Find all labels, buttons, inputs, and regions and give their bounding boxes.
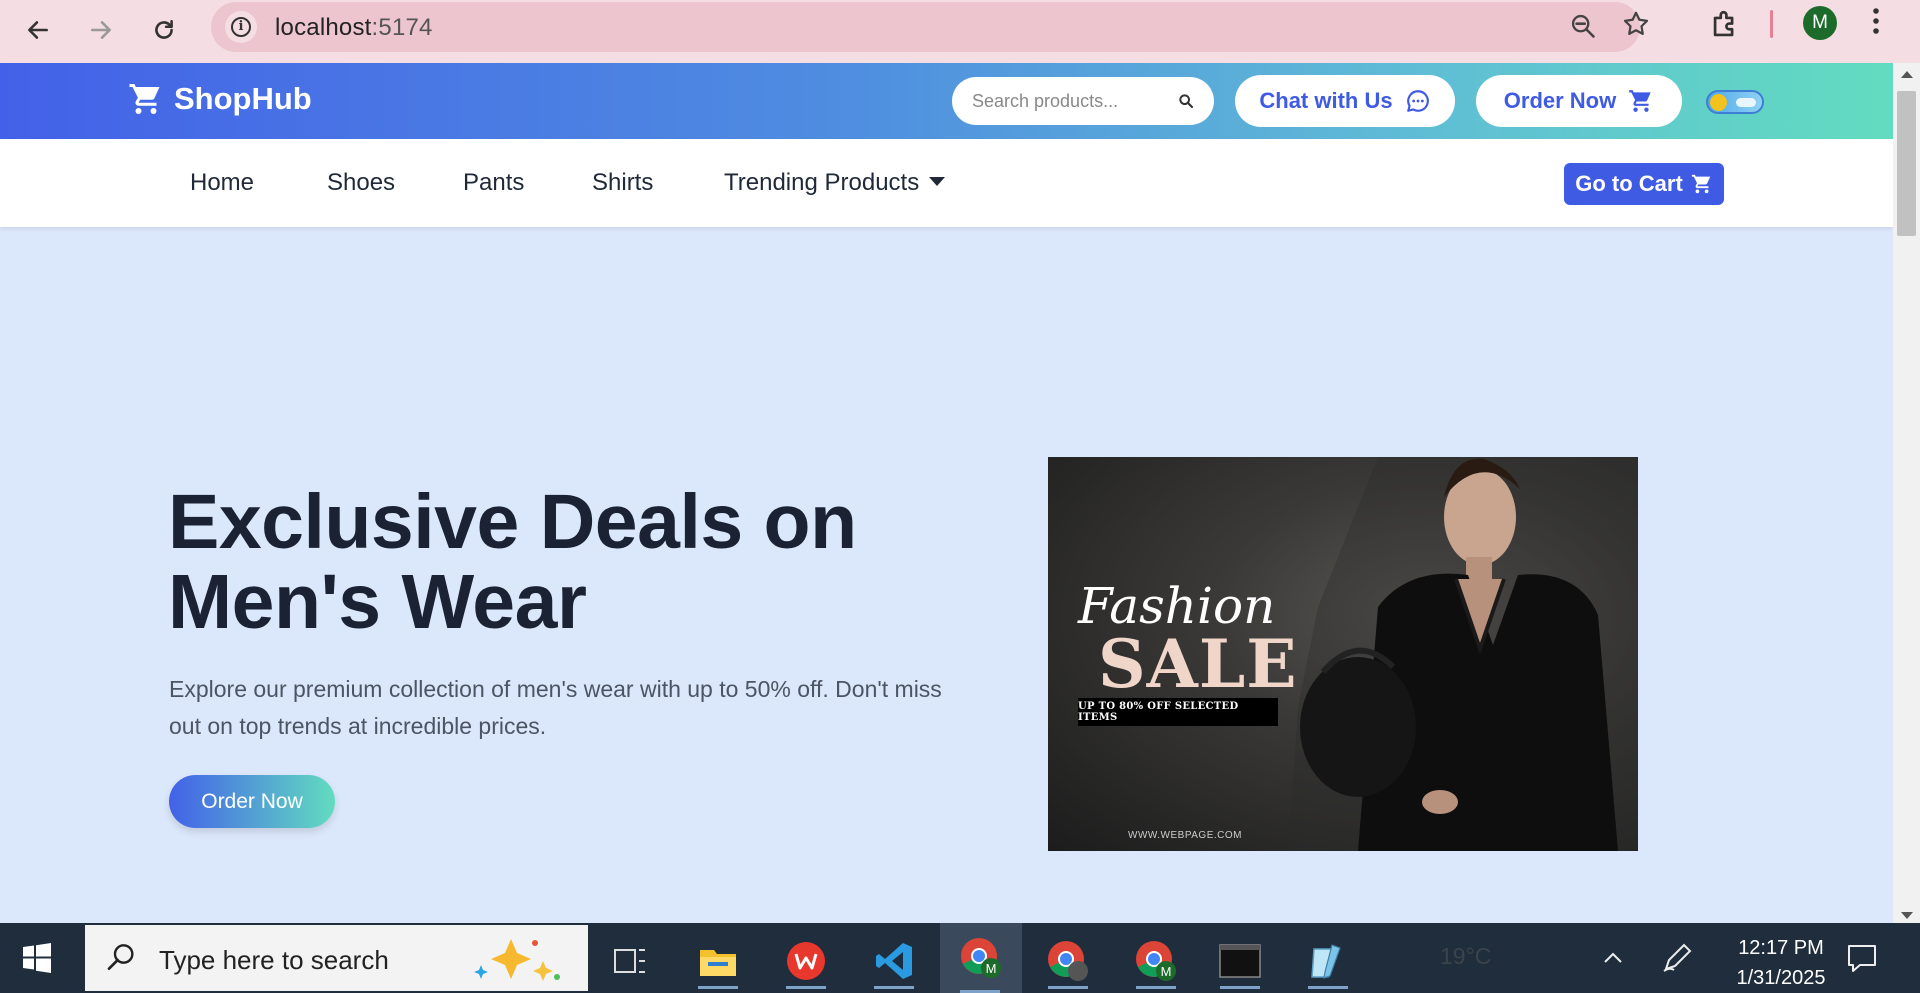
cart-icon	[1691, 174, 1711, 194]
clock-time: 12:17 PM	[1738, 937, 1824, 959]
app-running-indicator	[698, 986, 738, 989]
hero-description: Explore our premium collection of men's …	[169, 676, 942, 739]
toolbar-divider	[1770, 10, 1773, 38]
forward-icon[interactable]	[81, 10, 121, 50]
address-bar[interactable]: i localhost:5174	[211, 2, 1649, 52]
pen-icon[interactable]	[1660, 941, 1694, 975]
app-running-indicator	[874, 986, 914, 989]
chrome-profile-m-icon[interactable]: M	[940, 923, 1022, 993]
scroll-up-icon[interactable]	[1901, 71, 1913, 78]
cart-logo-icon	[129, 84, 160, 114]
caret-down-icon	[929, 177, 946, 187]
promo-website-text: WWW.WEBPAGE.COM	[1128, 830, 1242, 841]
site-header: ShopHub Chat with Us Order Now	[0, 63, 1893, 139]
nav-trending-label: Trending Products	[724, 169, 920, 196]
taskbar-search[interactable]: Type here to search	[85, 925, 588, 991]
app-running-indicator	[1136, 986, 1176, 989]
file-explorer-icon[interactable]	[690, 933, 746, 989]
search-icon	[107, 944, 134, 970]
notepad-icon[interactable]	[1300, 933, 1356, 989]
nav-pants[interactable]: Pants	[463, 169, 524, 197]
url-text[interactable]: localhost:5174	[275, 14, 433, 42]
app-running-indicator	[786, 986, 826, 989]
chrome-guest-icon[interactable]	[1040, 933, 1096, 989]
bookmark-star-icon[interactable]	[1621, 9, 1651, 47]
brand-logo[interactable]: ShopHub	[128, 81, 312, 117]
svg-text:M: M	[1161, 964, 1172, 979]
show-hidden-icons-icon[interactable]	[1603, 943, 1623, 971]
scrollbar-thumb[interactable]	[1897, 91, 1916, 236]
app-running-indicator	[1308, 986, 1348, 989]
nav-trending-dropdown[interactable]: Trending Products	[724, 169, 946, 197]
category-nav: Home Shoes Pants Shirts Trending Product…	[0, 139, 1893, 227]
page-scrollbar[interactable]	[1893, 63, 1920, 923]
chat-button[interactable]: Chat with Us	[1235, 75, 1455, 127]
chat-button-label: Chat with Us	[1259, 88, 1393, 113]
app-running-indicator	[1048, 986, 1088, 989]
product-search[interactable]	[952, 77, 1214, 125]
scroll-down-icon[interactable]	[1901, 912, 1913, 919]
promo-sale-text: SALE	[1098, 625, 1298, 703]
brand-name: ShopHub	[174, 81, 312, 116]
nav-shirts[interactable]: Shirts	[592, 169, 653, 197]
back-icon[interactable]	[18, 10, 58, 50]
cloud-icon	[1736, 98, 1756, 107]
copilot-sparkle-icon	[474, 939, 560, 981]
extensions-icon[interactable]	[1708, 8, 1742, 42]
chrome-profile-m2-icon[interactable]: M	[1128, 933, 1184, 989]
profile-avatar[interactable]: M	[1803, 6, 1837, 40]
svg-text:M: M	[986, 961, 997, 976]
task-view-icon[interactable]	[602, 933, 658, 989]
system-clock[interactable]: 12:17 PM 1/31/2025	[1716, 933, 1846, 993]
taskbar-search-text: Type here to search	[159, 945, 389, 975]
browser-toolbar: i localhost:5174 M	[0, 0, 1920, 63]
sun-icon	[1710, 94, 1727, 111]
windows-start-icon[interactable]	[22, 943, 52, 973]
go-to-cart-button[interactable]: Go to Cart	[1564, 163, 1724, 205]
order-now-label: Order Now	[1503, 88, 1617, 113]
windows-taskbar: Type here to search M M 19°C 12:17 PM 1/…	[0, 923, 1920, 993]
promo-offer-text: UP TO 80% OFF SELECTED ITEMS	[1078, 698, 1278, 726]
terminal-icon[interactable]	[1212, 933, 1268, 989]
search-input[interactable]	[972, 90, 1172, 112]
site-info-icon[interactable]: i	[225, 11, 257, 43]
hero-title: Exclusive Deals on Men's Wear	[168, 479, 857, 645]
theme-toggle[interactable]	[1706, 90, 1764, 114]
app-running-indicator	[1220, 986, 1260, 989]
chat-bubble-icon	[1406, 90, 1429, 112]
promo-banner-image: Fashion SALE UP TO 80% OFF SELECTED ITEM…	[1048, 457, 1638, 851]
cart-icon	[1629, 90, 1651, 112]
order-now-button[interactable]: Order Now	[1476, 75, 1682, 127]
go-to-cart-label: Go to Cart	[1575, 171, 1683, 196]
notification-icon[interactable]	[1846, 943, 1878, 973]
reload-icon[interactable]	[144, 10, 184, 50]
menu-icon[interactable]	[1872, 6, 1880, 44]
hero-order-button[interactable]: Order Now	[169, 775, 335, 828]
search-icon[interactable]	[1178, 93, 1194, 109]
nav-shoes[interactable]: Shoes	[327, 169, 395, 197]
weather-widget[interactable]: 19°C	[1440, 943, 1491, 970]
vscode-icon[interactable]	[866, 933, 922, 989]
nav-home[interactable]: Home	[190, 169, 254, 197]
zoom-icon[interactable]	[1569, 12, 1597, 47]
clock-date: 1/31/2025	[1736, 967, 1826, 989]
wps-office-icon[interactable]	[778, 933, 834, 989]
